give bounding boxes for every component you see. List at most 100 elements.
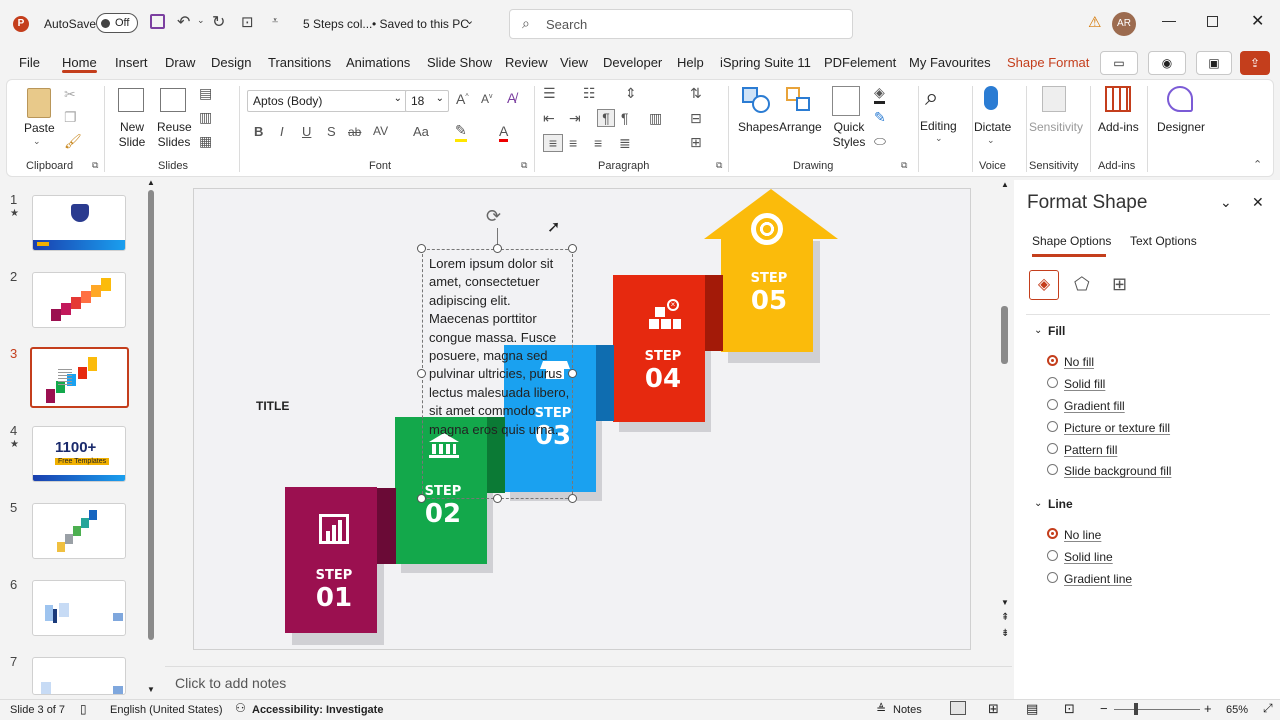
accessibility-status[interactable]: Accessibility: Investigate (252, 704, 383, 716)
undo-dropdown-icon[interactable]: ⌄ (197, 15, 205, 26)
scroll-up-icon[interactable]: ▲ (147, 178, 155, 187)
strikethrough-button[interactable]: ab (348, 125, 361, 139)
reading-view-icon[interactable]: ▤ (1026, 701, 1038, 717)
font-family-dropdown[interactable]: Aptos (Body) ⌄ (247, 90, 407, 112)
editing-chevron-down-icon[interactable]: ⌄ (935, 133, 943, 144)
save-icon[interactable] (150, 14, 165, 29)
zoom-slider-thumb[interactable] (1134, 703, 1138, 715)
new-slide-button[interactable]: New Slide (115, 120, 149, 150)
option-no-line[interactable]: No line (1064, 528, 1101, 542)
selected-text-box[interactable]: Lorem ipsum dolor sit amet, consectetuer… (422, 249, 573, 499)
option-solid-fill[interactable]: Solid fill (1064, 377, 1105, 391)
tab-help[interactable]: Help (677, 55, 704, 70)
notes-button[interactable]: Notes (893, 704, 922, 716)
font-launcher-icon[interactable]: ⧉ (521, 160, 527, 171)
customize-qat-icon[interactable]: ⩡ (272, 15, 278, 28)
addins-button[interactable]: Add-ins (1098, 120, 1139, 135)
radio-picture-fill[interactable] (1047, 421, 1058, 432)
option-slide-background-fill[interactable]: Slide background fill (1064, 464, 1171, 478)
save-status[interactable]: • Saved to this PC (372, 17, 469, 31)
decrease-indent-icon[interactable]: ⇤ (543, 110, 555, 127)
slide-thumbnail-3[interactable] (30, 347, 129, 408)
tab-shape-format[interactable]: Shape Format (1007, 55, 1089, 70)
option-solid-line[interactable]: Solid line (1064, 550, 1113, 564)
copy-icon[interactable]: ❐ (64, 109, 77, 126)
shadow-button[interactable]: S (327, 124, 336, 139)
decrease-font-icon[interactable]: Av (481, 92, 493, 106)
clipboard-launcher-icon[interactable]: ⧉ (92, 160, 98, 171)
radio-slide-background-fill[interactable] (1047, 464, 1058, 475)
paste-icon[interactable] (27, 88, 51, 118)
avatar[interactable]: AR (1112, 12, 1136, 36)
font-size-dropdown[interactable]: 18 ⌄ (405, 90, 449, 112)
undo-icon[interactable]: ↶ (177, 12, 190, 32)
fill-line-icon[interactable]: ◈ (1029, 270, 1059, 300)
option-gradient-line[interactable]: Gradient line (1064, 572, 1132, 586)
bullets-icon[interactable]: ☰ (543, 85, 556, 102)
tab-shape-options[interactable]: Shape Options (1032, 234, 1111, 248)
arrange-button[interactable]: Arrange (779, 120, 822, 135)
tab-file[interactable]: File (19, 55, 40, 70)
scroll-down-icon[interactable]: ▼ (1001, 598, 1009, 607)
effects-icon[interactable]: ⬠ (1074, 274, 1090, 295)
tab-insert[interactable]: Insert (115, 55, 148, 70)
bold-button[interactable]: B (254, 124, 263, 139)
fill-header[interactable]: Fill (1048, 324, 1065, 338)
slide-thumbnail-5[interactable] (32, 503, 126, 559)
arrange-icon[interactable] (786, 87, 814, 113)
resize-handle[interactable] (568, 244, 577, 253)
tab-text-options[interactable]: Text Options (1130, 234, 1197, 248)
rotate-handle-icon[interactable]: ⟳ (486, 206, 501, 227)
format-painter-icon[interactable]: 🖌 (64, 133, 82, 150)
layout-icon[interactable]: ▤ (199, 85, 212, 102)
sensitivity-button[interactable]: Sensitivity (1029, 120, 1083, 135)
quick-styles-icon[interactable] (832, 86, 860, 116)
radio-solid-fill[interactable] (1047, 377, 1058, 388)
notes-icon[interactable]: ≜ (876, 702, 886, 716)
radio-solid-line[interactable] (1047, 550, 1058, 561)
ltr-icon[interactable]: ¶ (621, 110, 629, 126)
autosave-toggle[interactable]: Off (96, 13, 138, 33)
pane-close-icon[interactable]: ✕ (1252, 194, 1264, 211)
microphone-icon[interactable] (984, 86, 998, 110)
radio-no-line[interactable] (1047, 528, 1058, 539)
underline-button[interactable]: U (302, 124, 311, 139)
close-icon[interactable]: ✕ (1251, 11, 1264, 31)
slideshow-icon[interactable]: ⊡ (1064, 701, 1075, 717)
cut-icon[interactable]: ✂ (64, 86, 76, 103)
shape-effects-icon[interactable]: ⬭ (874, 133, 886, 150)
shapes-button[interactable]: Shapes (738, 120, 779, 135)
justify-icon[interactable]: ≣ (619, 135, 631, 152)
spelling-icon[interactable]: ▯ (80, 702, 87, 716)
line-header[interactable]: Line (1048, 497, 1073, 511)
slide-info[interactable]: Slide 3 of 7 (10, 704, 65, 716)
character-spacing-button[interactable]: AV (373, 124, 388, 138)
tab-pdfelement[interactable]: PDFelement (824, 55, 896, 70)
present-teams-icon[interactable]: ▣ (1196, 51, 1232, 75)
sensitivity-icon[interactable] (1042, 86, 1066, 112)
slide-thumbnail-2[interactable] (32, 272, 126, 328)
record-icon[interactable]: ◉ (1148, 51, 1186, 75)
file-name[interactable]: 5 Steps col... (303, 17, 372, 31)
shape-outline-icon[interactable]: ✎ (874, 109, 886, 126)
tab-home[interactable]: Home (62, 55, 97, 70)
change-case-button[interactable]: Aa (413, 124, 429, 139)
slide-thumbnail-6[interactable] (32, 580, 126, 636)
tab-review[interactable]: Review (505, 55, 548, 70)
tab-developer[interactable]: Developer (603, 55, 662, 70)
paste-button[interactable]: Paste (24, 121, 55, 136)
columns-icon[interactable]: ▥ (649, 110, 662, 127)
reuse-slides-icon[interactable] (160, 88, 186, 112)
align-right-icon[interactable]: ≡ (594, 135, 602, 151)
slide[interactable]: TITLE STEP 05 × STEP 04 STEP 03 STEP 02 (193, 188, 971, 650)
fill-collapse-icon[interactable]: ⌄ (1034, 325, 1042, 336)
file-name-chevron-down-icon[interactable]: ⌄ (465, 14, 474, 27)
next-slide-icon[interactable]: ⇟ (1001, 628, 1009, 639)
option-gradient-fill[interactable]: Gradient fill (1064, 399, 1125, 413)
resize-handle[interactable] (417, 244, 426, 253)
dictate-chevron-down-icon[interactable]: ⌄ (987, 135, 995, 146)
collapse-ribbon-icon[interactable]: ⌃ (1253, 158, 1262, 171)
clear-formatting-icon[interactable]: A̸ (507, 90, 516, 106)
resize-handle[interactable] (493, 494, 502, 503)
dictate-button[interactable]: Dictate (974, 120, 1011, 135)
